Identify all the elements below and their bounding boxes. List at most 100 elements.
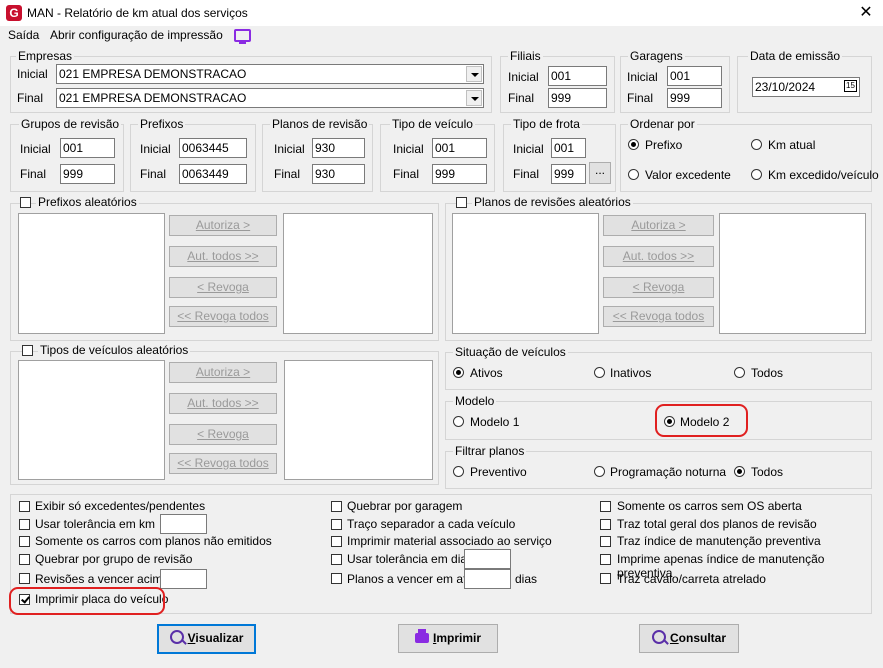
menu-abrir-config[interactable]: Abrir configuração de impressão	[50, 28, 223, 42]
tolerancia-dias-input[interactable]	[464, 549, 511, 569]
situacao-inativos-radio[interactable]	[594, 367, 605, 378]
planos-inicial-label: Inicial	[274, 142, 305, 156]
tipos-aut-todos-button[interactable]: Aut. todos >>	[169, 393, 277, 414]
plano-final-input[interactable]: 930	[312, 164, 365, 184]
opt-indice-manutencao-checkbox[interactable]	[600, 536, 611, 547]
opt-planos-vencer-label: Planos a vencer em até	[347, 572, 474, 586]
opt-imprimir-material-checkbox[interactable]	[331, 536, 342, 547]
printer-icon	[414, 629, 429, 643]
chevron-down-icon[interactable]	[466, 90, 482, 106]
tipo-veiculo-inicial-input[interactable]: 001	[432, 138, 487, 158]
prefixos-aut-todos-button[interactable]: Aut. todos >>	[169, 246, 277, 267]
opt-revisoes-vencer-label: Revisões a vencer acima	[35, 572, 170, 586]
data-emissao-label: Data de emissão	[748, 49, 843, 63]
chevron-down-icon[interactable]	[466, 66, 482, 82]
opt-apenas-indice-checkbox[interactable]	[600, 554, 611, 565]
situacao-ativos-label: Ativos	[470, 366, 503, 380]
opt-quebrar-garagem-label: Quebrar por garagem	[347, 499, 463, 513]
ordenar-km-atual-radio[interactable]	[751, 139, 762, 150]
tipo-frota-final-input[interactable]: 999	[551, 164, 586, 184]
tipos-revoga-todos-button[interactable]: << Revoga todos	[169, 453, 277, 474]
tipos-autorizados-list[interactable]	[284, 360, 433, 480]
planos-revoga-todos-button[interactable]: << Revoga todos	[603, 306, 714, 327]
filtrar-programacao-radio[interactable]	[594, 466, 605, 477]
grupo-inicial-input[interactable]: 001	[60, 138, 115, 158]
opt-quebrar-grupo-label: Quebrar por grupo de revisão	[35, 552, 193, 566]
planos-autoriza-button[interactable]: Autoriza >	[603, 215, 714, 236]
empresas-inicial-label: Inicial	[17, 67, 48, 81]
ordenar-valor-excedente-radio[interactable]	[628, 169, 639, 180]
garagem-final-input[interactable]: 999	[667, 88, 722, 108]
filial-final-input[interactable]: 999	[548, 88, 607, 108]
garagem-inicial-input[interactable]: 001	[667, 66, 722, 86]
planos-revoga-button[interactable]: < Revoga	[603, 277, 714, 298]
opt-tolerancia-km-label: Usar tolerância em km	[35, 517, 156, 531]
ordenar-km-excedido-radio[interactable]	[751, 169, 762, 180]
opt-planos-nao-emitidos-checkbox[interactable]	[19, 536, 30, 547]
grupo-final-input[interactable]: 999	[60, 164, 115, 184]
opt-cavalo-carreta-checkbox[interactable]	[600, 573, 611, 584]
prefixos-autorizados-list[interactable]	[283, 213, 433, 334]
empresa-inicial-combo[interactable]: 021 EMPRESA DEMONSTRACAO	[56, 64, 484, 84]
tipo-veiculo-label: Tipo de veículo	[390, 117, 475, 131]
situacao-inativos-label: Inativos	[610, 366, 652, 380]
prefixo-inicial-input[interactable]: 0063445	[179, 138, 247, 158]
tipos-aleatorios-checkbox[interactable]	[22, 345, 33, 356]
opt-planos-vencer-checkbox[interactable]	[331, 573, 342, 584]
opt-exibir-excedentes-checkbox[interactable]	[19, 501, 30, 512]
opt-sem-os-checkbox[interactable]	[600, 501, 611, 512]
planos-disponiveis-list[interactable]	[452, 213, 599, 334]
prefixos-autoriza-button[interactable]: Autoriza >	[169, 215, 277, 236]
empresa-final-combo[interactable]: 021 EMPRESA DEMONSTRACAO	[56, 88, 484, 108]
prefixos-disponiveis-list[interactable]	[18, 213, 165, 334]
filtrar-todos-radio[interactable]	[734, 466, 745, 477]
situacao-todos-radio[interactable]	[734, 367, 745, 378]
consultar-button[interactable]: Consultar	[639, 624, 739, 653]
modelo-1-label: Modelo 1	[470, 415, 520, 429]
visualizar-button[interactable]: Visualizar	[157, 624, 256, 654]
opt-quebrar-garagem-checkbox[interactable]	[331, 501, 342, 512]
opt-quebrar-grupo-checkbox[interactable]	[19, 554, 30, 565]
planos-vencer-suffix: dias	[515, 572, 538, 586]
prefixo-final-input[interactable]: 0063449	[179, 164, 247, 184]
prefixos-label: Prefixos	[138, 117, 186, 131]
situacao-ativos-radio[interactable]	[453, 367, 464, 378]
tolerancia-km-input[interactable]	[160, 514, 207, 534]
menu-saida[interactable]: Saída	[8, 28, 39, 42]
tipos-disponiveis-list[interactable]	[18, 360, 165, 480]
tipo-veiculo-final-input[interactable]: 999	[432, 164, 487, 184]
modelo-1-radio[interactable]	[453, 416, 464, 427]
close-icon[interactable]: ✕	[852, 2, 880, 24]
magnifier-icon	[651, 630, 666, 644]
filtrar-preventivo-label: Preventivo	[470, 465, 527, 479]
prefixos-revoga-button[interactable]: < Revoga	[169, 277, 277, 298]
calendar-icon[interactable]: 15	[844, 80, 857, 92]
planos-vencer-input[interactable]	[464, 569, 511, 589]
filtrar-preventivo-radio[interactable]	[453, 466, 464, 477]
imprimir-button[interactable]: Imprimir	[398, 624, 498, 653]
opt-total-geral-checkbox[interactable]	[600, 519, 611, 530]
plano-inicial-input[interactable]: 930	[312, 138, 365, 158]
opt-total-geral-label: Traz total geral dos planos de revisão	[617, 517, 817, 531]
ordenar-prefixo-radio[interactable]	[628, 139, 639, 150]
planos-aut-todos-button[interactable]: Aut. todos >>	[603, 246, 714, 267]
planos-autorizados-list[interactable]	[719, 213, 866, 334]
tipo-frota-inicial-input[interactable]: 001	[551, 138, 586, 158]
monitor-icon[interactable]	[234, 29, 251, 44]
filiais-label: Filiais	[508, 49, 543, 63]
tipos-revoga-button[interactable]: < Revoga	[169, 424, 277, 445]
prefixos-aleatorios-checkbox[interactable]	[20, 197, 31, 208]
opt-tolerancia-dias-checkbox[interactable]	[331, 554, 342, 565]
opt-tolerancia-km-checkbox[interactable]	[19, 519, 30, 530]
filial-inicial-input[interactable]: 001	[548, 66, 607, 86]
garagens-final-label: Final	[627, 91, 654, 105]
opt-revisoes-vencer-checkbox[interactable]	[19, 573, 30, 584]
tipo-frota-lookup-button[interactable]: ...	[589, 162, 611, 184]
revisoes-vencer-input[interactable]	[160, 569, 207, 589]
opt-traco-separador-checkbox[interactable]	[331, 519, 342, 530]
tipos-autoriza-button[interactable]: Autoriza >	[169, 362, 277, 383]
tipo-frota-final-label: Final	[513, 167, 540, 181]
ordenar-valor-excedente-label: Valor excedente	[645, 168, 731, 182]
planos-aleatorios-checkbox[interactable]	[456, 197, 467, 208]
prefixos-revoga-todos-button[interactable]: << Revoga todos	[169, 306, 277, 327]
